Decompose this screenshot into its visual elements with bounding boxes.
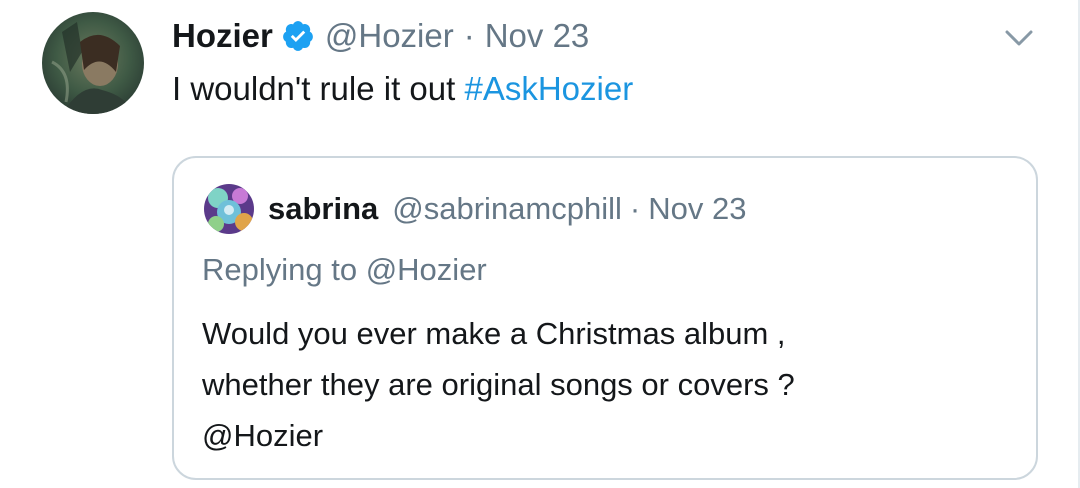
handle[interactable]: @Hozier <box>325 17 454 55</box>
quoted-text-line: Would you ever make a Christmas album , <box>202 316 786 351</box>
replying-to: Replying to @Hozier <box>202 252 487 287</box>
display-name[interactable]: Hozier <box>172 17 273 55</box>
tweet: Hozier @Hozier · Nov 23 I wouldn't rule … <box>0 0 1080 488</box>
quoted-text-line: whether they are original songs or cover… <box>202 367 795 402</box>
tweet-header: Hozier @Hozier · Nov 23 <box>172 14 589 58</box>
quoted-handle: @sabrinamcphill <box>392 191 622 226</box>
tweet-body: I wouldn't rule it out <box>172 70 456 107</box>
quoted-display-name: sabrina <box>268 191 379 226</box>
hashtag-link[interactable]: #AskHozier <box>464 70 633 107</box>
quoted-tweet-text: Would you ever make a Christmas album , … <box>202 308 1002 461</box>
quoted-tweet-header: sabrina @sabrinamcphill · Nov 23 <box>268 186 746 232</box>
chevron-down-icon[interactable] <box>1003 22 1035 54</box>
tweet-date[interactable]: Nov 23 <box>485 17 590 55</box>
tweet-text: I wouldn't rule it out #AskHozier <box>172 66 633 112</box>
quoted-date: Nov 23 <box>648 191 747 226</box>
separator-dot: · <box>463 17 475 54</box>
quoted-separator-dot: · <box>629 191 641 226</box>
quoted-text-line: @Hozier <box>202 418 324 453</box>
profile-photo-icon <box>204 184 254 234</box>
sabrina-avatar[interactable] <box>204 184 254 234</box>
verified-badge-icon <box>281 19 315 53</box>
profile-photo-icon <box>42 12 144 114</box>
hozier-avatar[interactable] <box>42 12 144 114</box>
quoted-tweet-card[interactable]: sabrina @sabrinamcphill · Nov 23 Replyin… <box>172 156 1038 480</box>
